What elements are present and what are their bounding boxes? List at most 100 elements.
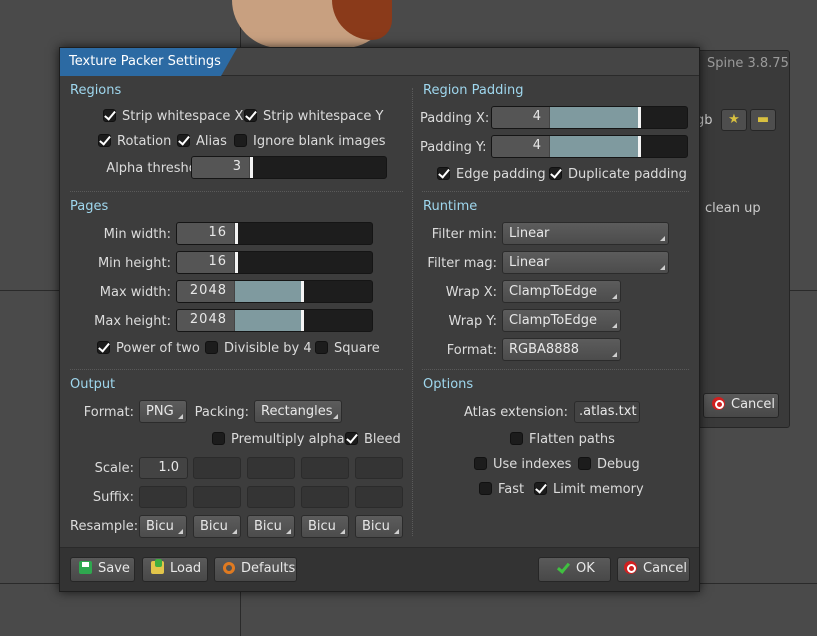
divider [422,369,689,370]
resample-dropdown[interactable]: Bicu [247,515,295,538]
divider [422,191,689,192]
alpha-threshold-slider[interactable]: 3 [191,156,387,179]
vertical-divider [412,88,413,536]
padding-y-value: 4 [492,136,550,157]
max-width-label: Max width: [99,285,171,300]
load-button[interactable]: Load [142,557,208,582]
strip-whitespace-x-checkbox[interactable]: Strip whitespace X [103,109,243,125]
slider-handle[interactable] [301,310,304,331]
background-cancel-button[interactable]: Cancel [703,393,779,418]
flatten-paths-checkbox[interactable]: Flatten paths [510,432,615,448]
filter-min-label: Filter min: [431,227,497,242]
slider-handle[interactable] [301,281,304,302]
wrap-x-dropdown[interactable]: ClampToEdge [502,280,621,303]
duplicate-padding-checkbox[interactable]: Duplicate padding [549,167,687,183]
defaults-button[interactable]: Defaults [214,557,297,582]
min-height-label: Min height: [97,256,171,271]
slider-handle[interactable] [235,252,238,273]
atlas-extension-input[interactable]: .atlas.txt [574,401,640,423]
suffix-input[interactable] [355,486,403,508]
divisible-by-4-checkbox[interactable]: Divisible by 4 [205,341,312,357]
scale-input[interactable] [301,457,349,479]
resample-dropdown[interactable]: Bicu [355,515,403,538]
edge-padding-checkbox[interactable]: Edge padding [437,167,546,183]
max-height-label: Max height: [94,314,171,329]
suffix-input[interactable] [301,486,349,508]
resample-dropdown[interactable]: Bicu [301,515,349,538]
filter-min-dropdown[interactable]: Linear [502,222,669,245]
slider-fill [235,310,302,331]
cancel-label: Cancel [643,561,688,576]
min-height-slider[interactable]: 16 [176,251,373,274]
save-icon [79,561,92,574]
suffix-input[interactable] [247,486,295,508]
square-checkbox[interactable]: Square [315,341,380,357]
output-format-dropdown[interactable]: PNG [139,400,187,423]
max-width-slider[interactable]: 2048 [176,280,373,303]
button-bar: Save Load Defaults OK Cancel [60,547,699,591]
min-width-value: 16 [177,223,235,244]
checkmark-icon [557,561,570,574]
filter-mag-dropdown[interactable]: Linear [502,251,669,274]
strip-whitespace-x-label: Strip whitespace X [122,109,244,124]
debug-checkbox[interactable]: Debug [578,457,640,473]
resample-dropdown[interactable]: Bicu [193,515,241,538]
scale-input[interactable] [247,457,295,479]
format-dropdown[interactable]: RGBA8888 [502,338,621,361]
cancel-button[interactable]: Cancel [617,557,690,582]
scale-input[interactable]: 1.0 [139,457,188,479]
max-height-value: 2048 [177,310,235,331]
filter-mag-label: Filter mag: [427,256,497,271]
suffix-label: Suffix: [92,490,134,505]
ok-label: OK [576,561,595,576]
suffix-input[interactable] [193,486,241,508]
alias-checkbox[interactable]: Alias [177,134,227,150]
texture-packer-dialog: Texture Packer Settings Regions Strip wh… [59,47,700,592]
bleed-checkbox[interactable]: Bleed [345,432,401,448]
padding-x-slider[interactable]: 4 [491,106,688,129]
region-padding-heading: Region Padding [423,83,524,98]
divisible-by-4-label: Divisible by 4 [224,341,312,356]
slider-handle[interactable] [250,157,253,178]
edge-padding-label: Edge padding [456,167,546,182]
title-bar[interactable]: Texture Packer Settings [60,48,699,76]
limit-memory-checkbox[interactable]: Limit memory [534,482,644,498]
alpha-threshold-value: 3 [192,157,250,178]
star-icon[interactable]: ★ [721,109,747,131]
resample-dropdown[interactable]: Bicu [139,515,187,538]
slider-handle[interactable] [638,136,641,157]
slider-handle[interactable] [638,107,641,128]
wrap-y-dropdown[interactable]: ClampToEdge [502,309,621,332]
slider-handle[interactable] [235,223,238,244]
clean-up-label: clean up [705,201,761,216]
suffix-input[interactable] [139,486,187,508]
packing-dropdown[interactable]: Rectangles [254,400,342,423]
wrap-x-label: Wrap X: [445,285,497,300]
load-icon [151,559,164,574]
use-indexes-label: Use indexes [493,457,572,472]
power-of-two-checkbox[interactable]: Power of two [97,341,200,357]
scale-input[interactable] [355,457,403,479]
slider-fill [550,107,639,128]
background-cancel-label: Cancel [731,397,776,412]
strip-whitespace-y-label: Strip whitespace Y [263,109,384,124]
dialog-title: Texture Packer Settings [60,48,237,76]
max-height-slider[interactable]: 2048 [176,309,373,332]
save-button[interactable]: Save [70,557,135,582]
folder-icon[interactable]: ▬ [750,109,776,131]
strip-whitespace-y-checkbox[interactable]: Strip whitespace Y [244,109,383,125]
rotation-checkbox[interactable]: Rotation [98,134,171,150]
min-width-slider[interactable]: 16 [176,222,373,245]
use-indexes-checkbox[interactable]: Use indexes [474,457,571,473]
fast-checkbox[interactable]: Fast [479,482,524,498]
fast-label: Fast [498,482,525,497]
ignore-blank-images-checkbox[interactable]: Ignore blank images [234,134,385,150]
premultiply-alpha-checkbox[interactable]: Premultiply alpha [212,432,345,448]
ok-button[interactable]: OK [538,557,611,582]
scale-input[interactable] [193,457,241,479]
flatten-paths-label: Flatten paths [529,432,615,447]
padding-y-slider[interactable]: 4 [491,135,688,158]
bleed-label: Bleed [364,432,401,447]
padding-x-value: 4 [492,107,550,128]
power-of-two-label: Power of two [116,341,200,356]
